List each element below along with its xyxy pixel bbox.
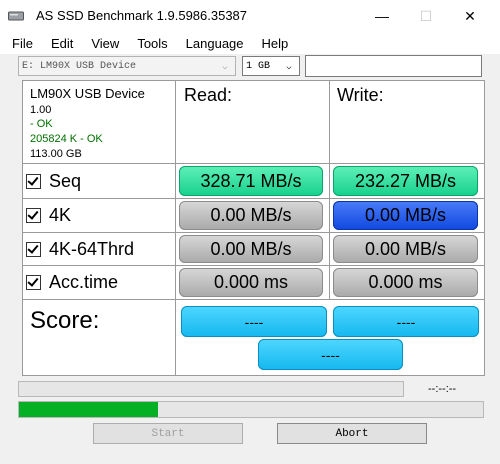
score-read: ---- [181, 306, 327, 337]
4k-64thrd-write-result: 0.00 MB/s [333, 235, 478, 263]
seq-read-result: 328.71 MB/s [179, 166, 323, 196]
grid-line [22, 265, 484, 266]
device-status: - OK [30, 118, 53, 130]
progress-fill [19, 402, 159, 417]
write-header: Write: [337, 85, 384, 105]
menu-help[interactable]: Help [262, 36, 289, 51]
row-label: Acc.time [49, 271, 119, 292]
grid-line [22, 163, 484, 164]
minimize-button[interactable]: — [372, 6, 392, 26]
4k-write-result: 0.00 MB/s [333, 201, 478, 230]
close-icon: ✕ [464, 7, 476, 24]
menu-bar: File Edit View Tools Language Help [0, 32, 500, 54]
row-seq: Seq [26, 169, 81, 193]
score-label: Score: [30, 307, 100, 334]
grid-line [329, 80, 330, 300]
status-bar [18, 381, 404, 397]
grid-line [484, 80, 485, 376]
device-version: 1.00 [30, 104, 52, 116]
grid-line [22, 232, 484, 233]
app-drive-icon [8, 11, 24, 21]
device-alignment: 205824 K - OK [30, 133, 103, 145]
menu-language[interactable]: Language [186, 36, 244, 51]
chevron-down-icon: ⌵ [286, 61, 292, 72]
progress-bar [18, 401, 484, 418]
elapsed-timer: --:--:-- [428, 383, 457, 395]
acc-time-checkbox[interactable] [26, 274, 41, 290]
abort-button[interactable]: Abort [277, 423, 427, 444]
grid-line [175, 80, 176, 376]
menu-file[interactable]: File [12, 36, 33, 51]
menu-edit[interactable]: Edit [51, 36, 73, 51]
acc-time-write-result: 0.000 ms [333, 268, 478, 297]
drive-select-value: E: LM90X USB Device [22, 60, 137, 72]
title-bar: AS SSD Benchmark 1.9.5986.35387 — ☐ ✕ [0, 0, 500, 32]
grid-line [22, 80, 484, 81]
size-select[interactable]: 1 GB ⌵ [242, 56, 300, 76]
maximize-icon: ☐ [419, 7, 433, 24]
device-capacity: 113.00 GB [30, 148, 82, 160]
row-4k: 4K [26, 203, 71, 227]
row-label: 4K [49, 204, 72, 225]
4k-64thrd-checkbox[interactable] [26, 241, 41, 257]
grid-line [22, 299, 484, 300]
grid-line [22, 375, 484, 376]
info-textbox[interactable] [305, 55, 482, 77]
maximize-button[interactable]: ☐ [416, 6, 436, 26]
minimize-icon: — [375, 8, 389, 24]
4k-64thrd-read-result: 0.00 MB/s [179, 235, 323, 263]
menu-tools[interactable]: Tools [137, 36, 167, 51]
device-name: LM90X USB Device [30, 86, 145, 101]
row-acc-time: Acc.time [26, 270, 118, 294]
start-button[interactable]: Start [93, 423, 243, 444]
grid-line [22, 80, 23, 376]
chevron-down-icon: ⌵ [222, 61, 228, 72]
seq-write-result: 232.27 MB/s [333, 166, 478, 196]
read-header: Read: [184, 85, 233, 105]
acc-time-read-result: 0.000 ms [179, 268, 323, 297]
grid-line [22, 198, 484, 199]
row-label: 4K-64Thrd [49, 238, 135, 259]
close-button[interactable]: ✕ [460, 6, 480, 26]
row-4k-64thrd: 4K-64Thrd [26, 237, 134, 261]
size-select-value: 1 GB [246, 60, 271, 72]
4k-checkbox[interactable] [26, 207, 41, 223]
drive-select[interactable]: E: LM90X USB Device ⌵ [18, 56, 236, 76]
seq-checkbox[interactable] [26, 173, 41, 189]
score-write: ---- [333, 306, 479, 337]
menu-view[interactable]: View [91, 36, 119, 51]
window-title: AS SSD Benchmark 1.9.5986.35387 [36, 8, 248, 23]
row-label: Seq [49, 170, 82, 191]
score-total: ---- [258, 339, 403, 370]
4k-read-result: 0.00 MB/s [179, 201, 323, 230]
